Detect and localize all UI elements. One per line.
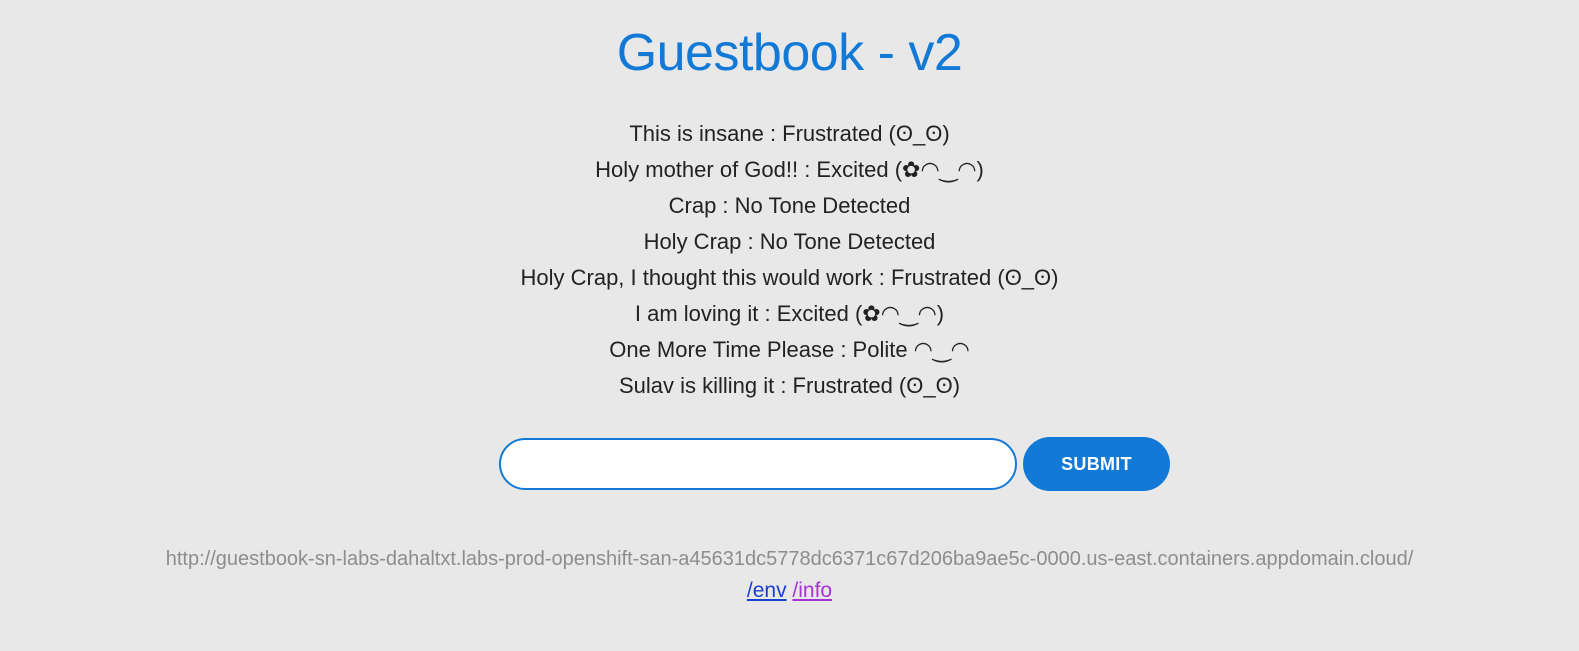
env-link[interactable]: /env: [747, 579, 787, 602]
message-input[interactable]: [499, 438, 1017, 490]
footer: http://guestbook-sn-labs-dahaltxt.labs-p…: [0, 543, 1579, 607]
page-title: Guestbook - v2: [616, 24, 963, 82]
info-link[interactable]: /info: [792, 579, 832, 602]
list-item: This is insane : Frustrated (ʘ_ʘ): [629, 121, 950, 146]
footer-links: /env /info: [0, 575, 1579, 607]
list-item: I am loving it : Excited (✿◠‿◠): [634, 301, 945, 326]
guestbook-form: SUBMIT: [499, 437, 1170, 491]
list-item: Holy mother of God!! : Excited (✿◠‿◠): [595, 157, 984, 182]
guestbook-page: Guestbook - v2 This is insane : Frustrat…: [0, 0, 1579, 651]
list-item: Holy Crap, I thought this would work : F…: [520, 265, 1059, 290]
host-url-text: http://guestbook-sn-labs-dahaltxt.labs-p…: [165, 548, 1414, 570]
submit-button[interactable]: SUBMIT: [1023, 437, 1170, 491]
guestbook-entries-list: This is insane : Frustrated (ʘ_ʘ) Holy m…: [0, 116, 1579, 404]
list-item: Sulav is killing it : Frustrated (ʘ_ʘ): [618, 373, 961, 398]
list-item: Crap : No Tone Detected: [668, 193, 911, 218]
list-item: One More Time Please : Polite ◠‿◠: [609, 337, 970, 362]
list-item: Holy Crap : No Tone Detected: [643, 229, 936, 254]
